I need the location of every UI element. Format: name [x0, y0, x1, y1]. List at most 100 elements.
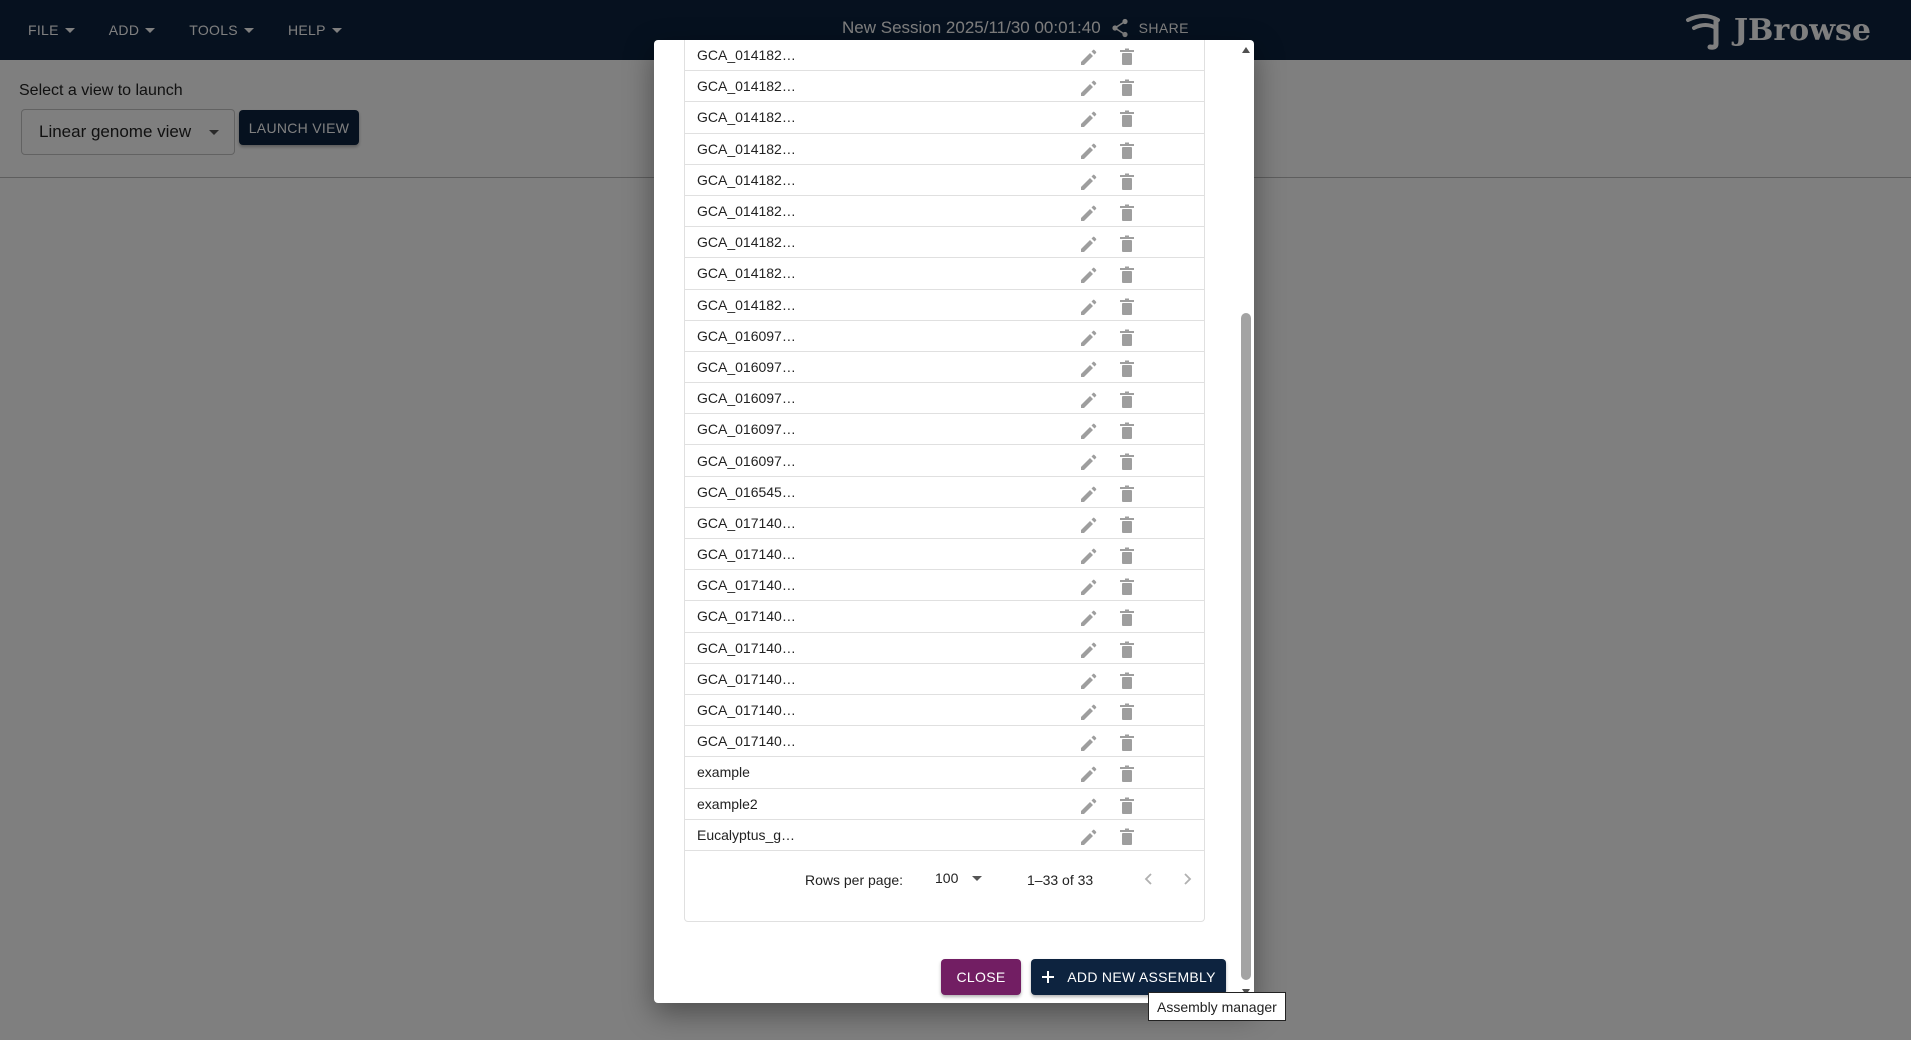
assembly-name: GCA_014182…	[697, 296, 796, 313]
table-row[interactable]: GCA_014182…	[685, 290, 1204, 321]
rows-per-page-select[interactable]: 100	[935, 870, 983, 886]
table-row[interactable]: GCA_014182…	[685, 227, 1204, 259]
table-row[interactable]: GCA_017140…	[685, 601, 1204, 633]
pencil-icon[interactable]	[1078, 109, 1098, 129]
table-row[interactable]: GCA_016097…	[685, 445, 1204, 477]
table-row[interactable]: GCA_014182…	[685, 134, 1204, 165]
assembly-name: GCA_014182…	[697, 234, 796, 251]
pencil-icon[interactable]	[1078, 608, 1098, 628]
assembly-name: GCA_014182…	[697, 109, 796, 126]
assembly-name: GCA_017140…	[697, 639, 796, 656]
table-row[interactable]: GCA_017140…	[685, 633, 1204, 664]
assembly-name: GCA_017140…	[697, 702, 796, 719]
pencil-icon[interactable]	[1078, 764, 1098, 784]
table-row[interactable]: example2	[685, 789, 1204, 820]
assembly-name: GCA_017140…	[697, 733, 796, 750]
assembly-name: GCA_017140…	[697, 670, 796, 687]
pencil-icon[interactable]	[1078, 47, 1098, 67]
table-row[interactable]: GCA_016097…	[685, 383, 1204, 415]
pencil-icon[interactable]	[1078, 640, 1098, 660]
pencil-icon[interactable]	[1078, 577, 1098, 597]
pencil-icon[interactable]	[1078, 203, 1098, 223]
pencil-icon[interactable]	[1078, 546, 1098, 566]
assembly-name: GCA_016097…	[697, 327, 796, 344]
pencil-icon[interactable]	[1078, 671, 1098, 691]
table-row[interactable]: GCA_016545…	[685, 477, 1204, 508]
table-row[interactable]: example	[685, 757, 1204, 789]
trash-icon[interactable]	[1117, 671, 1137, 691]
pencil-icon[interactable]	[1078, 234, 1098, 254]
chevron-down-icon	[972, 875, 983, 881]
add-new-assembly-label: ADD NEW ASSEMBLY	[1067, 969, 1216, 985]
close-button[interactable]: CLOSE	[941, 959, 1021, 995]
trash-icon[interactable]	[1117, 421, 1137, 441]
previous-page-icon[interactable]	[1140, 870, 1158, 888]
next-page-icon[interactable]	[1178, 870, 1196, 888]
dialog-scrollbar[interactable]	[1239, 40, 1253, 1003]
trash-icon[interactable]	[1117, 328, 1137, 348]
pencil-icon[interactable]	[1078, 141, 1098, 161]
trash-icon[interactable]	[1117, 515, 1137, 535]
trash-icon[interactable]	[1117, 203, 1137, 223]
trash-icon[interactable]	[1117, 47, 1137, 67]
pencil-icon[interactable]	[1078, 421, 1098, 441]
trash-icon[interactable]	[1117, 234, 1137, 254]
trash-icon[interactable]	[1117, 577, 1137, 597]
assembly-name: GCA_014182…	[697, 140, 796, 157]
table-row[interactable]: GCA_014182…	[685, 102, 1204, 134]
assembly-name: GCA_014182…	[697, 78, 796, 95]
trash-icon[interactable]	[1117, 141, 1137, 161]
trash-icon[interactable]	[1117, 297, 1137, 317]
assembly-name: GCA_017140…	[697, 546, 796, 563]
pencil-icon[interactable]	[1078, 359, 1098, 379]
scroll-thumb[interactable]	[1241, 313, 1251, 980]
table-row[interactable]: GCA_014182…	[685, 165, 1204, 196]
table-row[interactable]: GCA_017140…	[685, 726, 1204, 758]
pencil-icon[interactable]	[1078, 827, 1098, 847]
table-row[interactable]: GCA_017140…	[685, 539, 1204, 571]
trash-icon[interactable]	[1117, 452, 1137, 472]
trash-icon[interactable]	[1117, 640, 1137, 660]
pencil-icon[interactable]	[1078, 515, 1098, 535]
table-row[interactable]: GCA_014182…	[685, 40, 1204, 72]
trash-icon[interactable]	[1117, 764, 1137, 784]
pencil-icon[interactable]	[1078, 702, 1098, 722]
table-row[interactable]: GCA_017140…	[685, 570, 1204, 602]
trash-icon[interactable]	[1117, 733, 1137, 753]
scroll-up-arrow[interactable]	[1242, 47, 1250, 53]
trash-icon[interactable]	[1117, 359, 1137, 379]
trash-icon[interactable]	[1117, 702, 1137, 722]
pencil-icon[interactable]	[1078, 265, 1098, 285]
table-row[interactable]: GCA_016097…	[685, 321, 1204, 352]
table-row[interactable]: GCA_017140…	[685, 695, 1204, 727]
pencil-icon[interactable]	[1078, 78, 1098, 98]
pencil-icon[interactable]	[1078, 796, 1098, 816]
trash-icon[interactable]	[1117, 827, 1137, 847]
table-row[interactable]: GCA_016097…	[685, 414, 1204, 446]
pencil-icon[interactable]	[1078, 390, 1098, 410]
pencil-icon[interactable]	[1078, 297, 1098, 317]
rows-per-page-value: 100	[935, 870, 959, 886]
pencil-icon[interactable]	[1078, 172, 1098, 192]
trash-icon[interactable]	[1117, 390, 1137, 410]
pencil-icon[interactable]	[1078, 733, 1098, 753]
pencil-icon[interactable]	[1078, 484, 1098, 504]
trash-icon[interactable]	[1117, 109, 1137, 129]
pencil-icon[interactable]	[1078, 452, 1098, 472]
table-row[interactable]: GCA_014182…	[685, 71, 1204, 103]
trash-icon[interactable]	[1117, 484, 1137, 504]
table-row[interactable]: GCA_016097…	[685, 352, 1204, 384]
table-row[interactable]: GCA_017140…	[685, 508, 1204, 539]
trash-icon[interactable]	[1117, 546, 1137, 566]
pencil-icon[interactable]	[1078, 328, 1098, 348]
trash-icon[interactable]	[1117, 796, 1137, 816]
trash-icon[interactable]	[1117, 265, 1137, 285]
trash-icon[interactable]	[1117, 608, 1137, 628]
table-row[interactable]: GCA_014182…	[685, 196, 1204, 228]
trash-icon[interactable]	[1117, 78, 1137, 98]
table-row[interactable]: GCA_014182…	[685, 258, 1204, 290]
trash-icon[interactable]	[1117, 172, 1137, 192]
add-new-assembly-button[interactable]: ADD NEW ASSEMBLY	[1031, 959, 1226, 995]
table-row[interactable]: GCA_017140…	[685, 664, 1204, 695]
table-row[interactable]: Eucalyptus_g…	[685, 820, 1204, 851]
